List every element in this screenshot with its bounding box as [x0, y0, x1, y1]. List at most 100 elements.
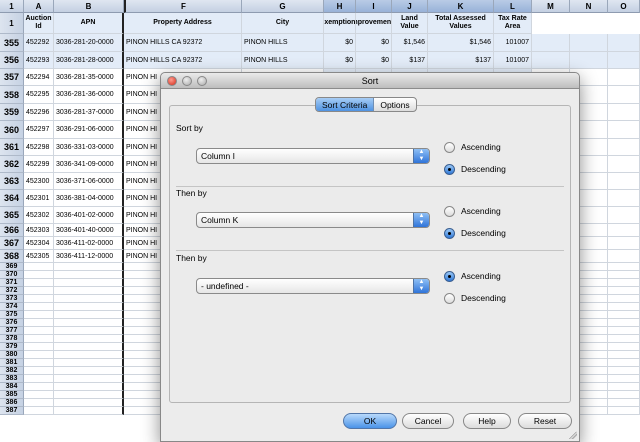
table-cell[interactable]: $137	[428, 52, 494, 69]
table-cell[interactable]	[24, 271, 54, 279]
then-by-descending-radio[interactable]: Descending	[444, 226, 506, 240]
row-header[interactable]: 363	[0, 173, 24, 190]
table-cell[interactable]	[54, 303, 124, 311]
table-cell[interactable]: 3036-281-37-0000	[54, 104, 124, 121]
row-header[interactable]: 385	[0, 391, 24, 399]
table-cell[interactable]: 3036-331-03-0000	[54, 139, 124, 156]
row-header[interactable]: 358	[0, 86, 24, 104]
reset-button[interactable]: Reset	[518, 413, 572, 429]
table-cell[interactable]: 101007	[494, 34, 532, 52]
table-cell[interactable]	[608, 383, 640, 391]
table-cell[interactable]	[54, 335, 124, 343]
column-header-i[interactable]: I	[356, 0, 392, 13]
header-cell[interactable]: Exemptions	[324, 13, 356, 34]
table-cell[interactable]	[608, 375, 640, 383]
column-header-g[interactable]: G	[242, 0, 324, 13]
table-cell[interactable]	[570, 34, 608, 52]
row-header[interactable]: 364	[0, 190, 24, 207]
column-header-h[interactable]: H	[324, 0, 356, 13]
header-cell[interactable]: City	[242, 13, 324, 34]
table-cell[interactable]: $1,546	[428, 34, 494, 52]
table-cell[interactable]	[608, 86, 640, 104]
table-cell[interactable]	[24, 295, 54, 303]
table-cell[interactable]	[608, 343, 640, 351]
table-cell[interactable]	[608, 295, 640, 303]
table-cell[interactable]: 452294	[24, 69, 54, 86]
row-header[interactable]: 360	[0, 121, 24, 139]
zoom-icon[interactable]	[197, 76, 207, 86]
minimize-icon[interactable]	[182, 76, 192, 86]
row-header[interactable]: 369	[0, 263, 24, 271]
table-cell[interactable]: 3036-401-02-0000	[54, 207, 124, 224]
row-header[interactable]: 378	[0, 335, 24, 343]
row-header[interactable]: 383	[0, 375, 24, 383]
table-cell[interactable]: 452300	[24, 173, 54, 190]
column-header-j[interactable]: J	[392, 0, 428, 13]
table-cell[interactable]	[54, 319, 124, 327]
row-header[interactable]: 377	[0, 327, 24, 335]
then-by-2-descending-radio[interactable]: Descending	[444, 291, 506, 305]
table-cell[interactable]	[608, 263, 640, 271]
table-cell[interactable]: 452303	[24, 224, 54, 237]
table-cell[interactable]	[608, 311, 640, 319]
table-cell[interactable]	[608, 34, 640, 52]
table-cell[interactable]: PINON HILLS CA 92372	[124, 52, 242, 69]
resize-grip-icon[interactable]	[569, 431, 577, 439]
row-header[interactable]: 373	[0, 295, 24, 303]
table-cell[interactable]	[608, 399, 640, 407]
table-cell[interactable]: 3036-281-20-0000	[54, 34, 124, 52]
table-cell[interactable]	[532, 52, 570, 69]
table-cell[interactable]	[24, 343, 54, 351]
table-cell[interactable]: 452302	[24, 207, 54, 224]
row-header[interactable]: 374	[0, 303, 24, 311]
table-cell[interactable]	[608, 190, 640, 207]
table-cell[interactable]	[608, 407, 640, 415]
table-cell[interactable]	[608, 327, 640, 335]
table-cell[interactable]	[608, 367, 640, 375]
table-cell[interactable]	[24, 287, 54, 295]
table-cell[interactable]	[54, 391, 124, 399]
table-cell[interactable]	[608, 351, 640, 359]
table-cell[interactable]	[24, 319, 54, 327]
column-header-o[interactable]: O	[608, 0, 640, 13]
table-cell[interactable]	[608, 250, 640, 263]
row-header[interactable]: 386	[0, 399, 24, 407]
table-cell[interactable]: $0	[356, 34, 392, 52]
table-cell[interactable]	[24, 335, 54, 343]
table-cell[interactable]: 452297	[24, 121, 54, 139]
row-header[interactable]: 355	[0, 34, 24, 52]
table-cell[interactable]: 452295	[24, 86, 54, 104]
table-cell[interactable]	[532, 34, 570, 52]
row-header[interactable]: 359	[0, 104, 24, 121]
table-cell[interactable]: 452305	[24, 250, 54, 263]
table-cell[interactable]: $0	[324, 52, 356, 69]
sort-by-descending-radio[interactable]: Descending	[444, 162, 506, 176]
dialog-titlebar[interactable]: Sort	[161, 73, 579, 89]
table-cell[interactable]: 3036-371-06-0000	[54, 173, 124, 190]
row-header[interactable]: 375	[0, 311, 24, 319]
tab-options[interactable]: Options	[374, 98, 415, 111]
table-cell[interactable]	[608, 359, 640, 367]
table-cell[interactable]: 452293	[24, 52, 54, 69]
table-cell[interactable]: $0	[356, 52, 392, 69]
table-cell[interactable]	[24, 407, 54, 415]
table-cell[interactable]	[608, 139, 640, 156]
table-cell[interactable]: 3036-381-04-0000	[54, 190, 124, 207]
then-by-select[interactable]: Column K ▲ ▼	[196, 212, 430, 228]
column-header-f[interactable]: F	[124, 0, 242, 13]
table-cell[interactable]	[54, 263, 124, 271]
table-cell[interactable]: 101007	[494, 52, 532, 69]
row-header[interactable]: 356	[0, 52, 24, 69]
table-cell[interactable]: 452301	[24, 190, 54, 207]
table-cell[interactable]	[54, 311, 124, 319]
table-cell[interactable]	[54, 375, 124, 383]
close-icon[interactable]	[167, 76, 177, 86]
table-cell[interactable]	[608, 319, 640, 327]
table-cell[interactable]: 3036-411-12-0000	[54, 250, 124, 263]
column-header-a[interactable]: A	[24, 0, 54, 13]
table-cell[interactable]	[608, 207, 640, 224]
table-cell[interactable]	[608, 335, 640, 343]
table-cell[interactable]	[24, 327, 54, 335]
table-cell[interactable]: PINON HILLS	[242, 52, 324, 69]
table-cell[interactable]	[24, 351, 54, 359]
